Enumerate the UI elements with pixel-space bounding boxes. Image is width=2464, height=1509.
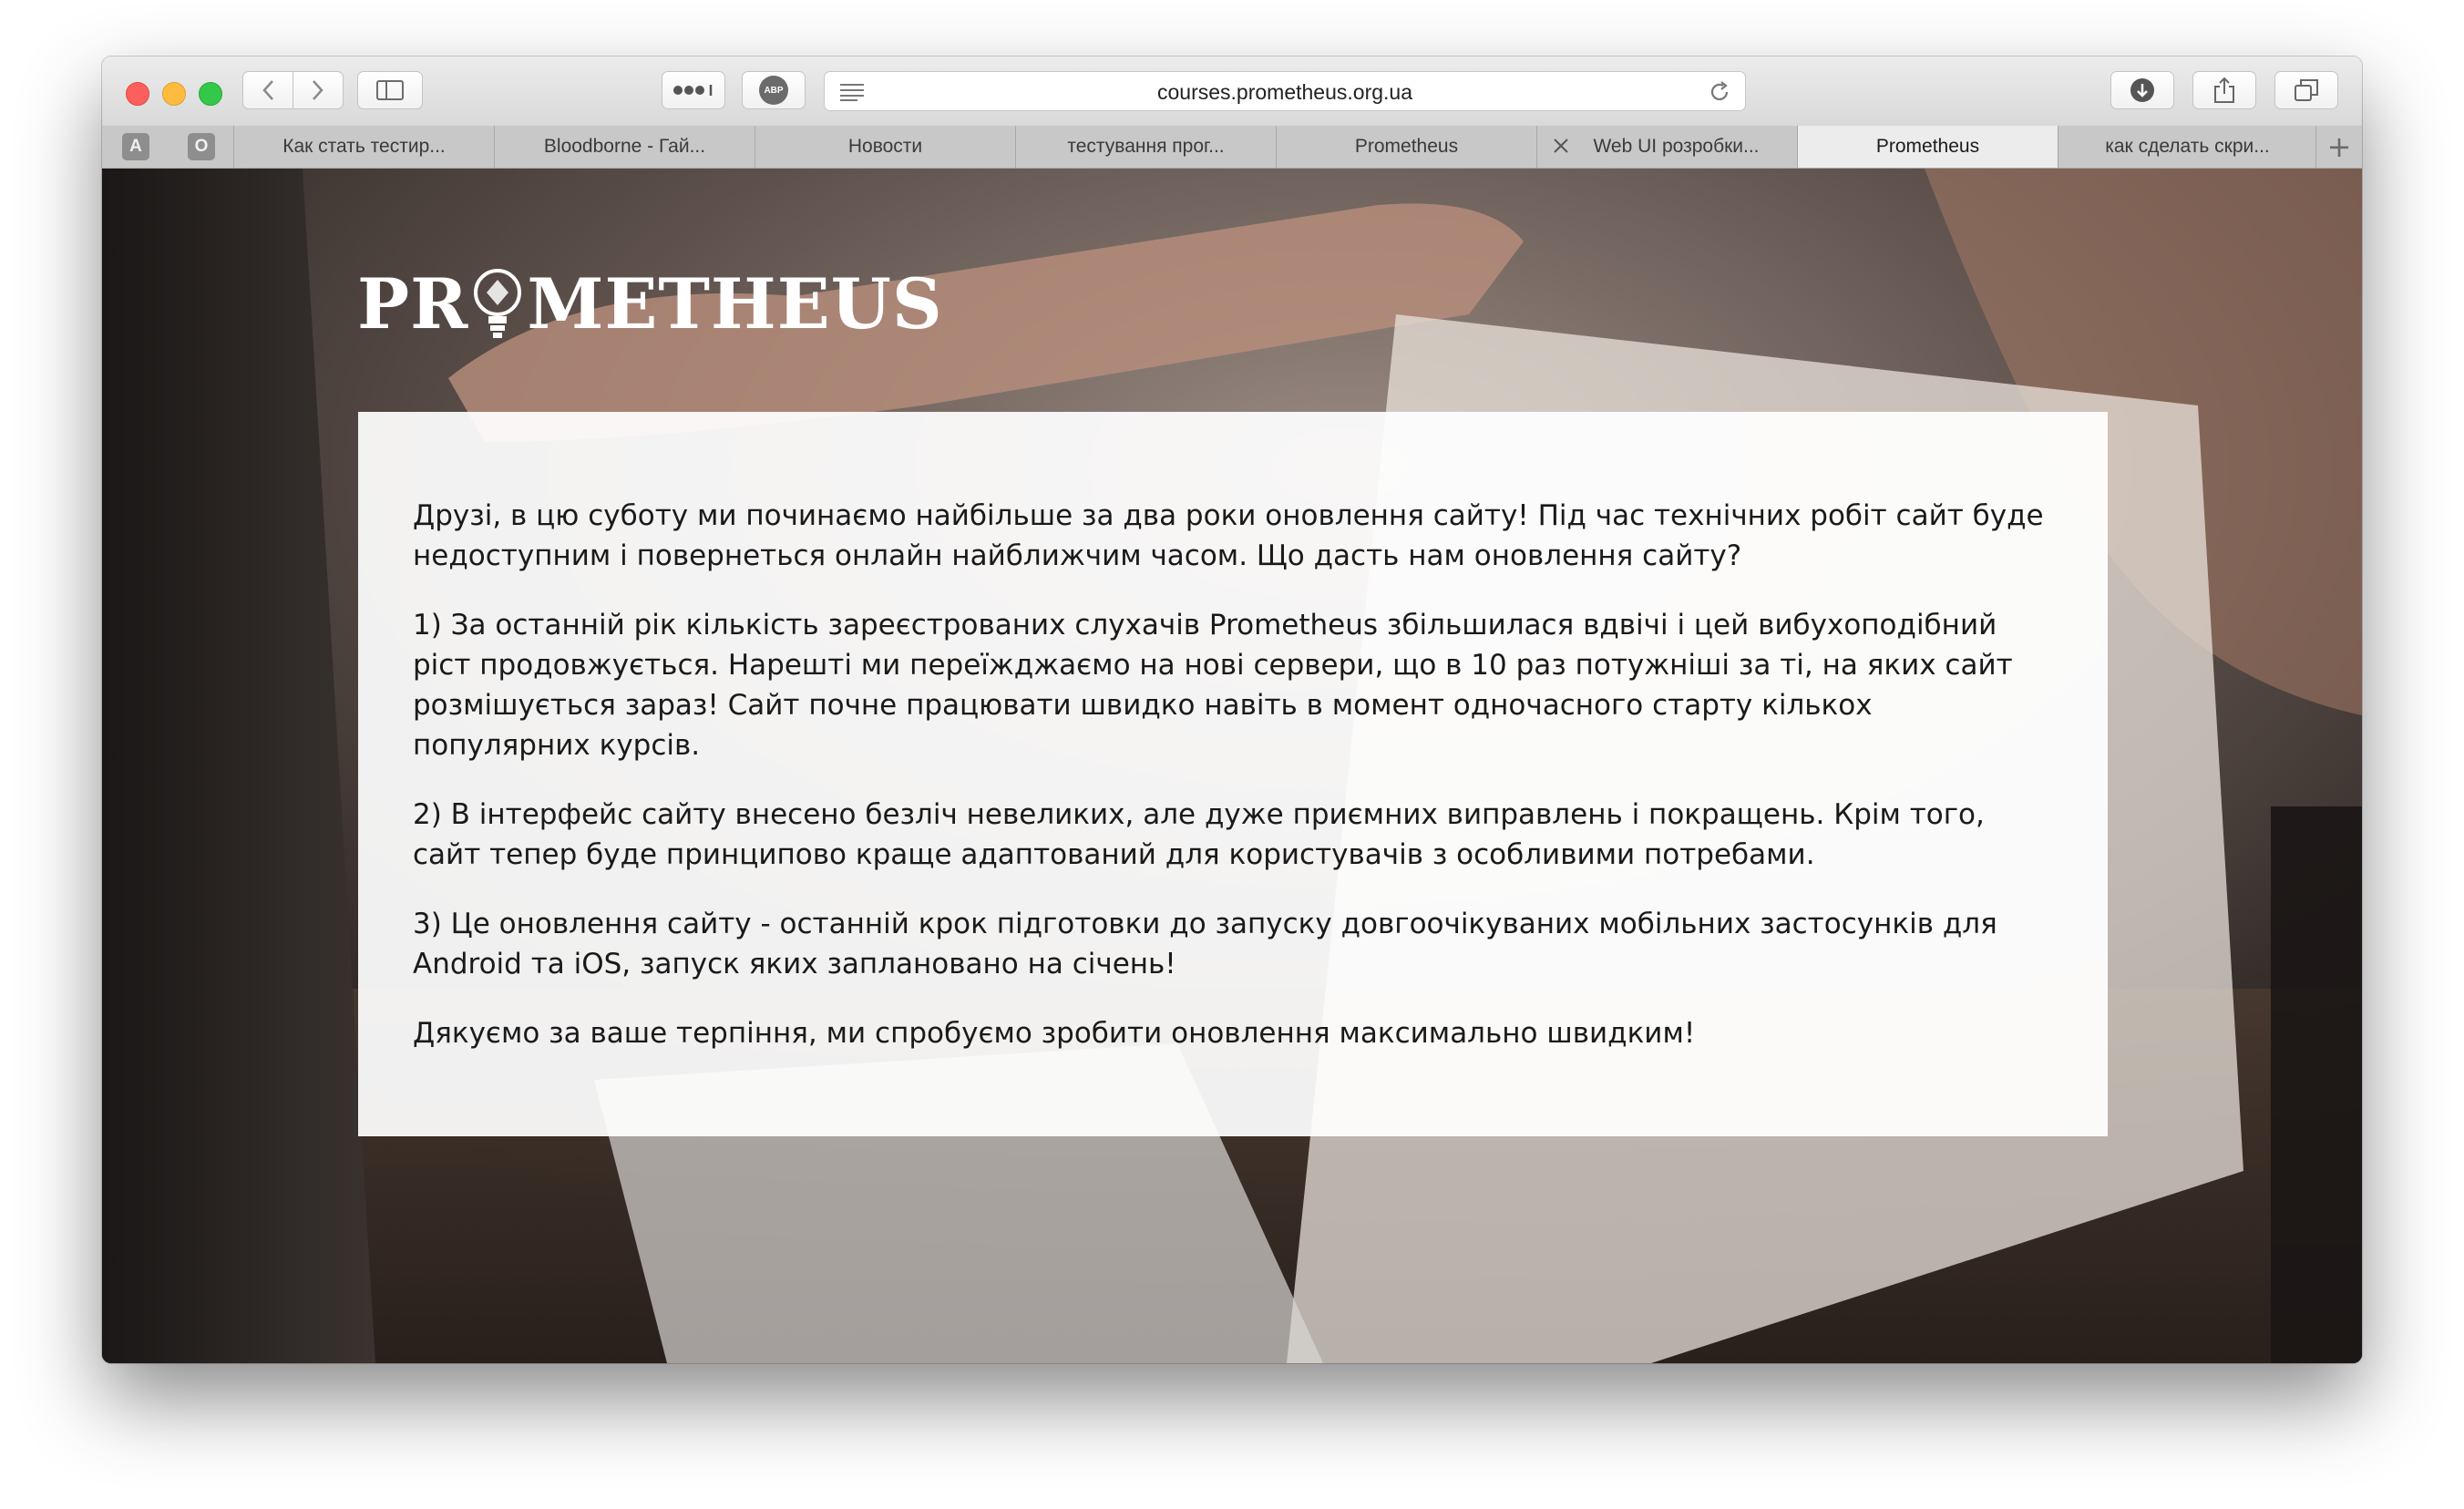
- downloads-button[interactable]: [2110, 71, 2174, 109]
- prometheus-logo[interactable]: PR METHEUS: [357, 263, 943, 344]
- tab-bar: A O Как стать тестир... Bloodborne - Гай…: [102, 126, 2362, 169]
- tab-6[interactable]: Web UI розробки...: [1536, 126, 1797, 168]
- zoom-window-button[interactable]: [199, 82, 222, 106]
- tab-2[interactable]: Bloodborne - Гай...: [494, 126, 755, 168]
- announcement-card: Друзі, в цю суботу ми починаємо найбільш…: [358, 412, 2108, 1136]
- tab-title: Bloodborne - Гай...: [543, 136, 706, 157]
- plus-icon: +: [2326, 129, 2352, 164]
- announcement-paragraph: 2) В інтерфейс сайту внесено безліч неве…: [413, 798, 1985, 871]
- pinned-tab-a[interactable]: A: [122, 133, 149, 160]
- tab-title: Новости: [847, 136, 923, 157]
- tab-3[interactable]: Новости: [755, 126, 1015, 168]
- share-button[interactable]: [2192, 71, 2256, 109]
- tab-title: Как стать тестир...: [282, 136, 446, 157]
- tab-4[interactable]: тестування прог...: [1015, 126, 1276, 168]
- new-tab-button[interactable]: +: [2315, 126, 2362, 168]
- page-content: PR METHEUS Друзі, в цю суботу ми починає…: [102, 169, 2362, 1363]
- tab-5[interactable]: Prometheus: [1276, 126, 1536, 168]
- more-button[interactable]: [662, 71, 725, 109]
- announcement-paragraph: Друзі, в цю суботу ми починаємо найбільш…: [413, 499, 2044, 572]
- minimize-window-button[interactable]: [162, 82, 186, 106]
- tabs-overview-icon: [2295, 79, 2318, 101]
- logo-text-right: METHEUS: [527, 262, 943, 344]
- close-tab-icon[interactable]: [1552, 137, 1570, 155]
- tab-8[interactable]: как сделать скри...: [2058, 126, 2316, 168]
- reload-icon[interactable]: [1707, 79, 1732, 105]
- back-icon: [262, 80, 273, 100]
- logo-text-left: PR: [357, 262, 469, 344]
- announcement-paragraph: 1) За останній рік кількість зареєстрова…: [413, 609, 2013, 762]
- download-icon: [2130, 78, 2154, 102]
- browser-toolbar: ABP courses.prometheus.org.ua: [102, 56, 2362, 127]
- share-icon: [2214, 77, 2234, 103]
- pinned-tab-o[interactable]: O: [188, 133, 215, 160]
- tab-7-active[interactable]: Prometheus: [1797, 126, 2058, 168]
- address-bar[interactable]: courses.prometheus.org.ua: [824, 71, 1746, 111]
- more-dots-icon: [673, 85, 713, 96]
- tab-title: Web UI розробки...: [1593, 136, 1760, 157]
- tabs-overview-button[interactable]: [2274, 71, 2338, 109]
- browser-window: ABP courses.prometheus.org.ua A O Как ст…: [102, 56, 2362, 1363]
- forward-icon: [313, 80, 323, 100]
- tab-title: Prometheus: [1354, 136, 1459, 157]
- close-window-button[interactable]: [126, 82, 149, 106]
- lightbulb-icon: [474, 269, 522, 338]
- back-button[interactable]: [242, 71, 293, 109]
- announcement-paragraph: 3) Це оновлення сайту - останній крок пі…: [413, 908, 1997, 980]
- forward-button[interactable]: [293, 71, 344, 109]
- url-text: courses.prometheus.org.ua: [1157, 80, 1412, 104]
- sidebar-button[interactable]: [357, 71, 423, 109]
- tab-1[interactable]: Как стать тестир...: [233, 126, 494, 168]
- announcement-paragraph: Дякуємо за ваше терпіння, ми спробуємо з…: [413, 1017, 1696, 1050]
- sidebar-icon: [376, 80, 404, 100]
- tab-title: тестування прог...: [1067, 136, 1225, 157]
- adblock-button[interactable]: ABP: [742, 71, 806, 109]
- adblock-icon: ABP: [759, 76, 788, 105]
- tab-title: как сделать скри...: [2105, 136, 2270, 157]
- tab-title: Prometheus: [1875, 136, 1980, 157]
